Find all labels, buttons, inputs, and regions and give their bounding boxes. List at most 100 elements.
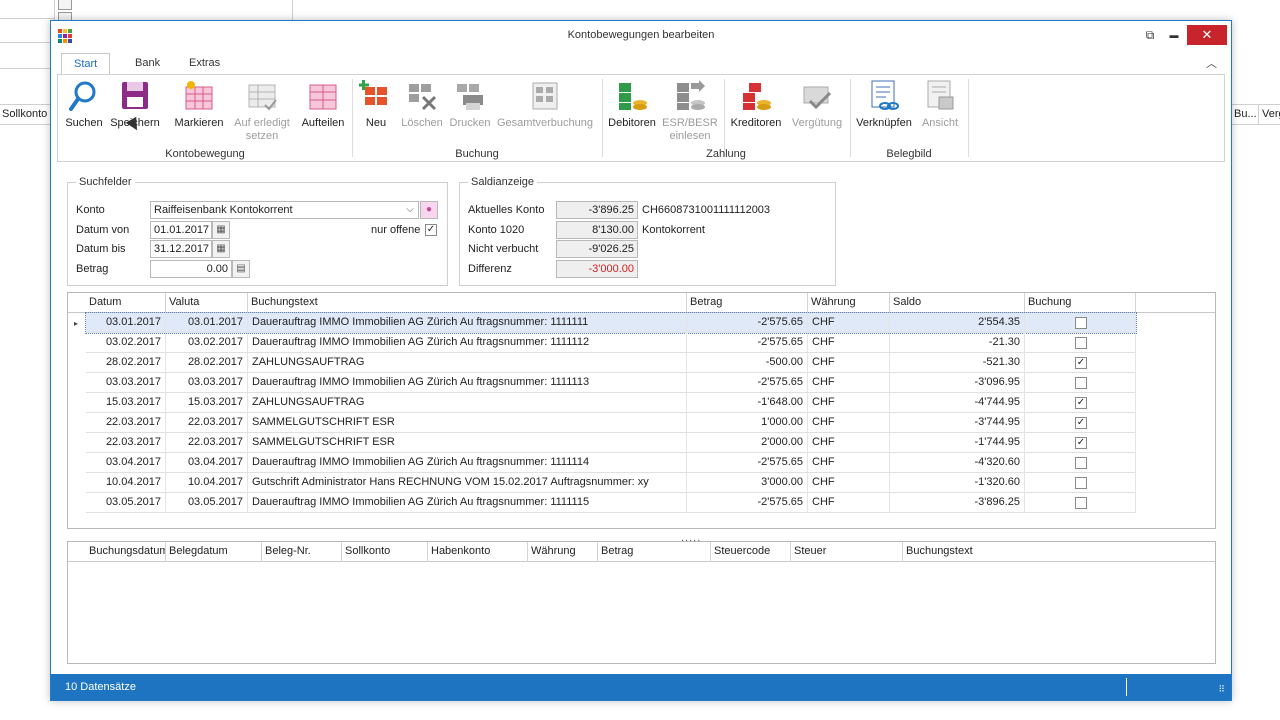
saldo-cell[interactable]: -3'744.95: [890, 413, 1025, 433]
tab-start[interactable]: Start: [61, 53, 111, 75]
column-header-belegdatum[interactable]: Belegdatum: [166, 542, 262, 562]
datum-cell[interactable]: 03.03.2017: [86, 373, 166, 393]
calendar-icon[interactable]: ▦: [212, 240, 230, 258]
table-row[interactable]: 03.01.2017 03.01.2017 Dauerauftrag IMMO Im…: [85, 312, 1137, 334]
betrag-cell[interactable]: 1'000.00: [687, 413, 808, 433]
calculator-icon[interactable]: ▤: [232, 260, 250, 278]
betrag-cell[interactable]: -2'575.65: [687, 313, 808, 333]
text-cell[interactable]: Dauerauftrag IMMO Immobilien AG Zürich A…: [248, 373, 687, 393]
calendar-icon[interactable]: ▦: [212, 221, 230, 239]
betrag-cell[interactable]: -1'648.00: [687, 393, 808, 413]
betrag-cell[interactable]: 2'000.00: [687, 433, 808, 453]
waehrung-cell[interactable]: CHF: [808, 433, 890, 453]
text-cell[interactable]: SAMMELGUTSCHRIFT ESR: [248, 413, 687, 433]
saldo-cell[interactable]: 2'554.35: [890, 313, 1025, 333]
saldo-cell[interactable]: -3'896.25: [890, 493, 1025, 513]
buchung-checkbox[interactable]: [1075, 377, 1087, 389]
valuta-cell[interactable]: 22.03.2017: [166, 433, 248, 453]
column-header-buchung[interactable]: Buchung: [1025, 293, 1136, 313]
text-cell[interactable]: Dauerauftrag IMMO Immobilien AG Zürich A…: [248, 493, 687, 513]
text-cell[interactable]: Dauerauftrag IMMO Immobilien AG Zürich A…: [248, 313, 687, 333]
betrag-cell[interactable]: -2'575.65: [687, 333, 808, 353]
valuta-cell[interactable]: 28.02.2017: [166, 353, 248, 373]
table-row[interactable]: 03.05.2017 03.05.2017 Dauerauftrag IMMO Im…: [86, 493, 1136, 513]
column-header-buchungstext[interactable]: Buchungstext: [248, 293, 687, 313]
waehrung-cell[interactable]: CHF: [808, 373, 890, 393]
buchung-checkbox[interactable]: ✓: [1075, 437, 1087, 449]
betrag-cell[interactable]: -2'575.65: [687, 453, 808, 473]
close-button[interactable]: ✕: [1187, 25, 1227, 45]
valuta-cell[interactable]: 10.04.2017: [166, 473, 248, 493]
betrag-cell[interactable]: -2'575.65: [687, 373, 808, 393]
column-header-betrag[interactable]: Betrag: [687, 293, 808, 313]
datum-cell[interactable]: 15.03.2017: [86, 393, 166, 413]
drucken-button[interactable]: Drucken: [448, 79, 492, 130]
text-cell[interactable]: ZAHLUNGSAUFTRAG: [248, 393, 687, 413]
buchung-checkbox[interactable]: [1075, 497, 1087, 509]
saldo-cell[interactable]: -521.30: [890, 353, 1025, 373]
waehrung-cell[interactable]: CHF: [808, 333, 890, 353]
aufteilen-button[interactable]: Aufteilen: [296, 79, 350, 130]
buchung-cell[interactable]: [1025, 473, 1136, 493]
table-row[interactable]: 03.03.2017 03.03.2017 Dauerauftrag IMMO Im…: [86, 373, 1136, 393]
text-cell[interactable]: Gutschrift Administrator Hans RECHNUNG V…: [248, 473, 687, 493]
waehrung-cell[interactable]: CHF: [808, 393, 890, 413]
table-row[interactable]: 10.04.2017 10.04.2017 Gutschrift Administr…: [86, 473, 1136, 493]
table-row[interactable]: 22.03.2017 22.03.2017 SAMMELGUTSCHRIFT ESR…: [86, 433, 1136, 453]
valuta-cell[interactable]: 03.03.2017: [166, 373, 248, 393]
datum-cell[interactable]: 03.04.2017: [86, 453, 166, 473]
waehrung-cell[interactable]: CHF: [808, 353, 890, 373]
minimize-button[interactable]: ▬: [1165, 27, 1183, 43]
saldo-cell[interactable]: -3'096.95: [890, 373, 1025, 393]
saldo-cell[interactable]: -4'320.60: [890, 453, 1025, 473]
restore-button[interactable]: ⧉: [1141, 27, 1159, 43]
column-header-saldo[interactable]: Saldo: [890, 293, 1025, 313]
table-row[interactable]: 03.04.2017 03.04.2017 Dauerauftrag IMMO Im…: [86, 453, 1136, 473]
waehrung-cell[interactable]: CHF: [808, 413, 890, 433]
betrag-cell[interactable]: -500.00: [687, 353, 808, 373]
betrag-cell[interactable]: 3'000.00: [687, 473, 808, 493]
waehrung-cell[interactable]: CHF: [808, 473, 890, 493]
datum-cell[interactable]: 03.05.2017: [86, 493, 166, 513]
datum-cell[interactable]: 22.03.2017: [86, 433, 166, 453]
buchung-cell[interactable]: [1025, 333, 1136, 353]
column-header-beleg-nr[interactable]: Beleg-Nr.: [262, 542, 342, 562]
saldo-cell[interactable]: -1'320.60: [890, 473, 1025, 493]
buchung-cell[interactable]: [1025, 493, 1136, 513]
table-row[interactable]: 15.03.2017 15.03.2017 ZAHLUNGSAUFTRAG -1'64…: [86, 393, 1136, 413]
resize-grip-icon[interactable]: ⠿: [1218, 684, 1225, 695]
table-row[interactable]: 22.03.2017 22.03.2017 SAMMELGUTSCHRIFT ESR…: [86, 413, 1136, 433]
betrag-input[interactable]: 0.00: [150, 260, 232, 278]
table-row[interactable]: 03.02.2017 03.02.2017 Dauerauftrag IMMO Im…: [86, 333, 1136, 353]
neu-button[interactable]: Neu: [356, 79, 396, 130]
buchung-checkbox[interactable]: [1075, 337, 1087, 349]
text-cell[interactable]: ZAHLUNGSAUFTRAG: [248, 353, 687, 373]
column-header-datum[interactable]: Datum: [86, 293, 166, 313]
esr-besr-einlesen-button[interactable]: ESR/BESR einlesen: [662, 79, 718, 143]
valuta-cell[interactable]: 03.04.2017: [166, 453, 248, 473]
text-cell[interactable]: Dauerauftrag IMMO Immobilien AG Zürich A…: [248, 453, 687, 473]
column-header-waehrung[interactable]: Währung: [528, 542, 598, 562]
datum-cell[interactable]: 03.02.2017: [86, 333, 166, 353]
valuta-cell[interactable]: 22.03.2017: [166, 413, 248, 433]
buchung-cell[interactable]: ✓: [1025, 393, 1136, 413]
valuta-cell[interactable]: 03.01.2017: [166, 313, 248, 333]
konto-select[interactable]: Raiffeisenbank Kontokorrent: [150, 201, 406, 219]
valuta-cell[interactable]: 15.03.2017: [166, 393, 248, 413]
column-header-betrag[interactable]: Betrag: [598, 542, 711, 562]
buchung-cell[interactable]: [1025, 453, 1136, 473]
kontobewegungen-grid[interactable]: Datum Valuta Buchungstext Betrag Währung…: [67, 292, 1216, 529]
column-header-waehrung[interactable]: Währung: [808, 293, 890, 313]
buchung-cell[interactable]: ✓: [1025, 413, 1136, 433]
saldo-cell[interactable]: -1'744.95: [890, 433, 1025, 453]
datum-cell[interactable]: 22.03.2017: [86, 413, 166, 433]
title-bar[interactable]: Kontobewegungen bearbeiten ⧉ ▬ ✕: [51, 21, 1231, 51]
tab-bank[interactable]: Bank: [123, 53, 172, 75]
column-header-buchungsdatum[interactable]: Buchungsdatum: [86, 542, 166, 562]
table-row[interactable]: 28.02.2017 28.02.2017 ZAHLUNGSAUFTRAG -500.…: [86, 353, 1136, 373]
buchung-checkbox[interactable]: ✓: [1075, 417, 1087, 429]
buchung-cell[interactable]: ✓: [1025, 353, 1136, 373]
ansicht-button[interactable]: Ansicht: [918, 79, 962, 130]
datum-cell[interactable]: 03.01.2017: [86, 313, 166, 333]
chevron-down-icon[interactable]: ⌵: [402, 201, 419, 219]
